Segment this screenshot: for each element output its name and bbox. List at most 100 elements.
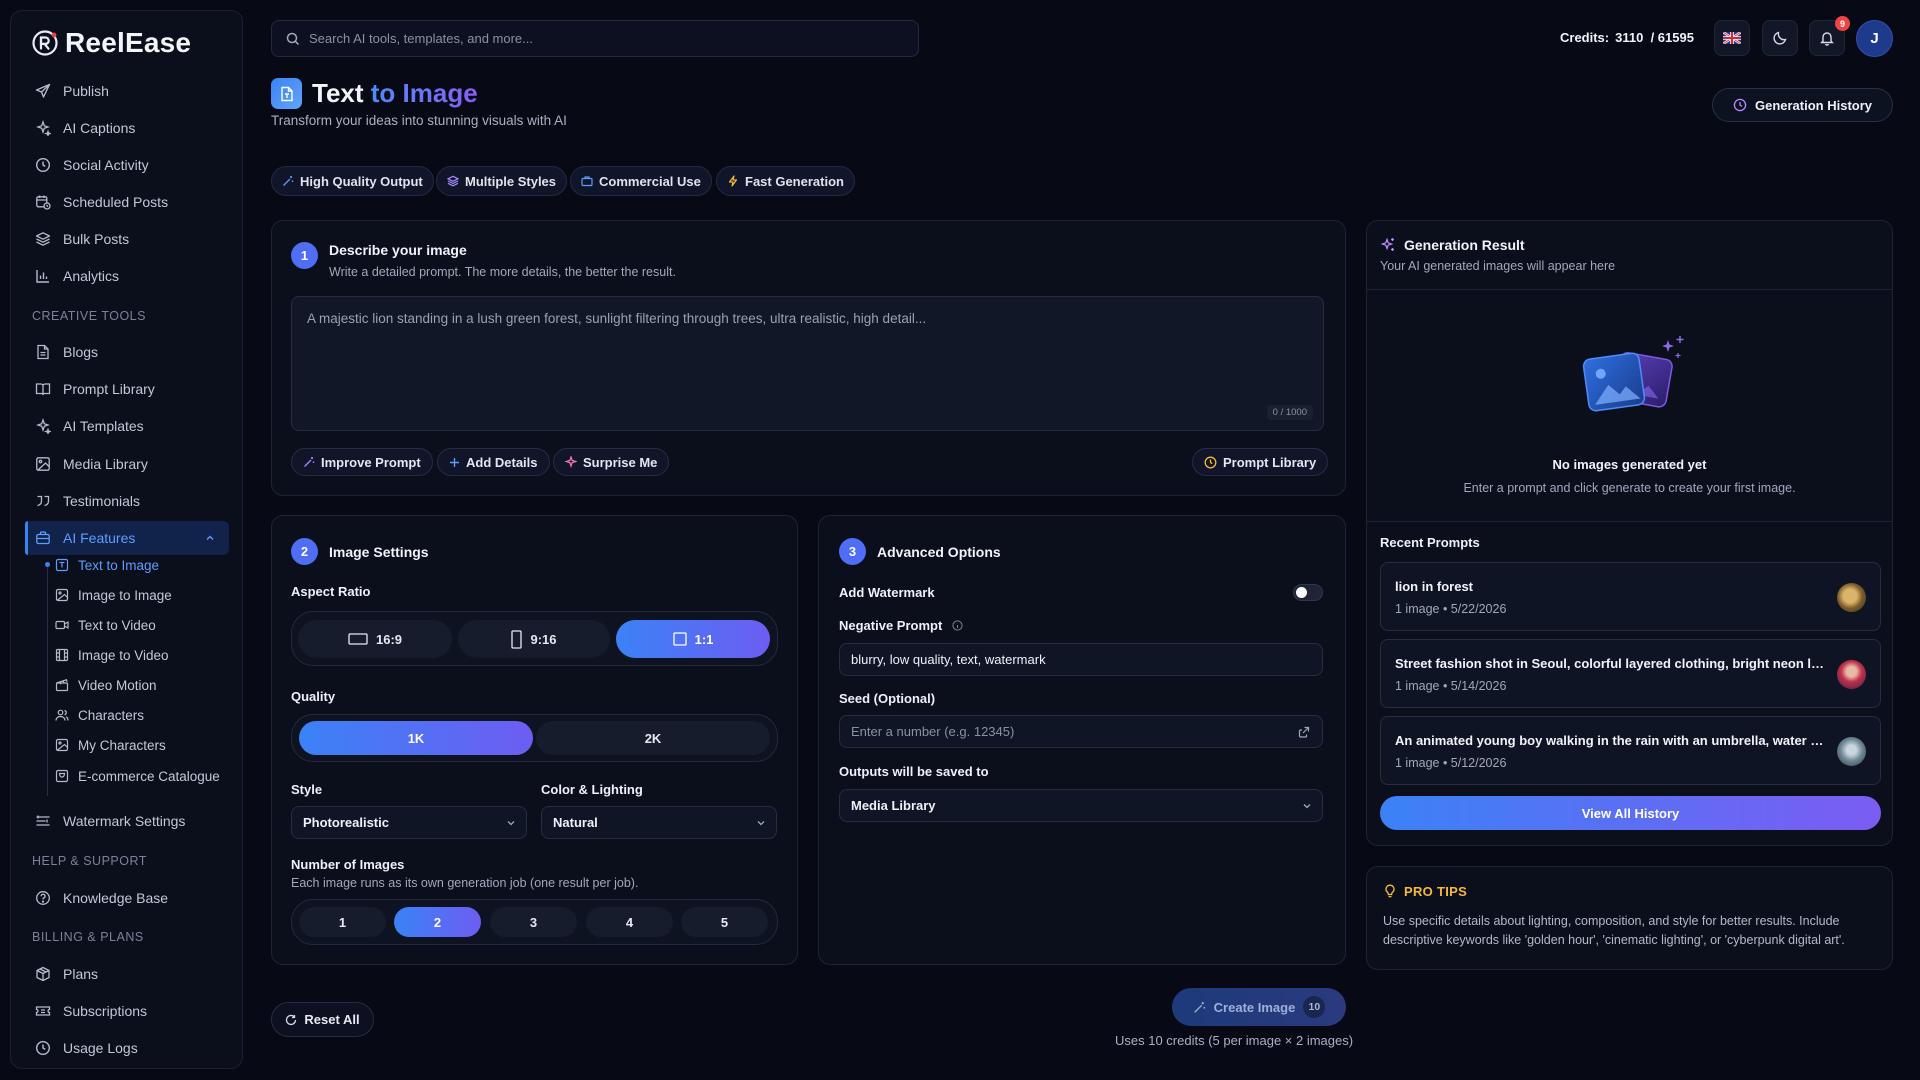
sidebar-item-prompt-library[interactable]: Prompt Library xyxy=(25,373,229,405)
sidebar-item-testimonials[interactable]: Testimonials xyxy=(25,485,229,517)
sidebar-item-social-activity[interactable]: Social Activity xyxy=(25,149,229,181)
sidebar-item-label: Publish xyxy=(63,83,109,99)
seed-placeholder: Enter a number (e.g. 12345) xyxy=(851,724,1015,739)
sidebar-item-blogs[interactable]: Blogs xyxy=(25,336,229,368)
recent-prompt-thumbnail xyxy=(1837,583,1866,612)
sidebar-item-ai-templates[interactable]: AI Templates xyxy=(25,410,229,442)
theme-toggle-button[interactable] xyxy=(1762,20,1798,56)
aspect-1-1-option[interactable]: 1:1 xyxy=(616,620,770,658)
search-input[interactable] xyxy=(309,31,889,46)
sidebar-item-analytics[interactable]: Analytics xyxy=(25,260,229,292)
submenu-item-image-to-image[interactable]: Image to Image xyxy=(55,583,172,607)
clapperboard-icon xyxy=(55,679,69,692)
sidebar-item-bulk-posts[interactable]: Bulk Posts xyxy=(25,223,229,255)
prompt-library-label: Prompt Library xyxy=(1223,454,1317,470)
uk-flag-icon xyxy=(1723,32,1741,44)
create-image-button[interactable]: Create Image 10 xyxy=(1172,988,1346,1026)
chevron-down-icon xyxy=(1303,803,1311,808)
sidebar-item-ai-captions[interactable]: AI Captions xyxy=(25,112,229,144)
submenu-item-image-to-video[interactable]: Image to Video xyxy=(55,643,169,667)
sidebar-item-scheduled-posts[interactable]: Scheduled Posts xyxy=(25,186,229,218)
sidebar-item-publish[interactable]: Publish xyxy=(25,75,229,107)
surprise-me-button[interactable]: Surprise Me xyxy=(553,448,670,476)
add-watermark-label: Add Watermark xyxy=(839,585,935,600)
wand-icon xyxy=(283,176,294,186)
add-details-button[interactable]: Add Details xyxy=(437,448,550,476)
credit-usage-note: Uses 10 credits (5 per image × 2 images) xyxy=(1115,1033,1354,1048)
sidebar-item-media-library[interactable]: Media Library xyxy=(25,448,229,480)
layers-icon xyxy=(35,232,51,246)
recent-prompt-item[interactable]: An animated young boy walking in the rai… xyxy=(1380,716,1881,785)
submenu-item-my-characters[interactable]: My Characters xyxy=(55,733,166,757)
sliders-icon xyxy=(36,815,50,826)
recent-prompt-title: Street fashion shot in Seoul, colorful l… xyxy=(1395,656,1825,671)
page-title-main: Text xyxy=(312,78,364,108)
num-images-option-4[interactable]: 4 xyxy=(586,907,673,937)
language-button[interactable] xyxy=(1714,20,1750,56)
save-location-label: Outputs will be saved to xyxy=(839,764,989,779)
submenu-item-text-to-video[interactable]: Text to Video xyxy=(55,613,156,637)
submenu-item-characters[interactable]: Characters xyxy=(55,703,144,727)
save-location-select[interactable]: Media Library xyxy=(839,789,1323,822)
sidebar-item-ai-features[interactable]: AI Features xyxy=(25,521,229,555)
sidebar-item-label: Social Activity xyxy=(63,157,149,173)
sidebar-item-label: Watermark Settings xyxy=(63,813,186,829)
sidebar-item-label: Blogs xyxy=(63,344,99,360)
num-images-option-2[interactable]: 2 xyxy=(394,907,481,937)
brand-logo[interactable]: ReelEase xyxy=(31,27,191,59)
send-icon xyxy=(35,83,51,98)
wand-icon xyxy=(1193,1001,1205,1013)
view-all-history-button[interactable]: View All History xyxy=(1380,796,1881,830)
sidebar-item-subscriptions[interactable]: Subscriptions xyxy=(25,995,229,1027)
submenu-item-text-to-image[interactable]: Text to Image xyxy=(55,553,159,577)
num-images-option-3[interactable]: 3 xyxy=(490,907,577,937)
recent-prompt-thumbnail xyxy=(1837,737,1866,766)
sidebar-item-plans[interactable]: Plans xyxy=(25,958,229,990)
num-images-option-1[interactable]: 1 xyxy=(299,907,386,937)
search-icon xyxy=(286,32,300,45)
seed-input[interactable]: Enter a number (e.g. 12345) xyxy=(839,715,1323,748)
save-location-value: Media Library xyxy=(851,798,936,813)
recent-prompt-item[interactable]: lion in forest 1 image • 5/22/2026 xyxy=(1380,562,1881,631)
recent-prompt-thumbnail xyxy=(1837,660,1866,689)
sidebar-item-watermark-settings[interactable]: Watermark Settings xyxy=(25,805,229,837)
num-images-option-5[interactable]: 5 xyxy=(681,907,768,937)
chip-label: Fast Generation xyxy=(745,173,844,189)
submenu-item-ecommerce-catalogue[interactable]: E-commerce Catalogue xyxy=(55,764,220,788)
sidebar-item-knowledge-base[interactable]: Knowledge Base xyxy=(25,882,229,914)
lightbulb-icon xyxy=(1385,884,1395,898)
surprise-me-label: Surprise Me xyxy=(583,454,658,470)
shuffle-icon[interactable] xyxy=(1298,725,1311,738)
aspect-16-9-option[interactable]: 16:9 xyxy=(298,620,452,658)
layers-icon xyxy=(447,175,459,187)
watermark-toggle[interactable] xyxy=(1293,584,1323,601)
aspect-9-16-option[interactable]: 9:16 xyxy=(458,620,610,658)
recent-prompt-item[interactable]: Street fashion shot in Seoul, colorful l… xyxy=(1380,639,1881,708)
style-select[interactable]: Photorealistic xyxy=(291,806,527,839)
quality-option-label: 2K xyxy=(644,730,662,746)
negative-prompt-input[interactable]: blurry, low quality, text, watermark xyxy=(839,643,1323,676)
credits-label: Credits: xyxy=(1560,30,1610,45)
image-icon xyxy=(55,588,69,602)
submenu-item-label: Characters xyxy=(78,707,145,723)
prompt-library-button[interactable]: Prompt Library xyxy=(1192,448,1329,476)
reset-all-button[interactable]: Reset All xyxy=(271,1002,374,1037)
global-search[interactable] xyxy=(271,20,919,57)
step-badge: 1 xyxy=(291,242,318,269)
submenu-line xyxy=(47,566,48,796)
user-avatar[interactable]: J xyxy=(1856,20,1893,57)
color-lighting-select[interactable]: Natural xyxy=(541,806,777,839)
sidebar-item-usage-logs[interactable]: Usage Logs xyxy=(25,1032,229,1064)
style-label: Style xyxy=(291,782,323,797)
square-icon xyxy=(672,632,687,646)
chip-label: High Quality Output xyxy=(300,173,423,189)
quality-2k-option[interactable]: 2K xyxy=(536,721,770,755)
generation-history-button[interactable]: Generation History xyxy=(1712,88,1893,122)
video-icon xyxy=(55,620,69,630)
submenu-item-video-motion[interactable]: Video Motion xyxy=(55,673,157,697)
quality-1k-option[interactable]: 1K xyxy=(299,721,533,755)
chevron-down-icon xyxy=(507,820,515,825)
improve-prompt-label: Improve Prompt xyxy=(321,454,421,470)
improve-prompt-button[interactable]: Improve Prompt xyxy=(291,448,433,476)
prompt-textarea[interactable]: A majestic lion standing in a lush green… xyxy=(291,296,1324,431)
